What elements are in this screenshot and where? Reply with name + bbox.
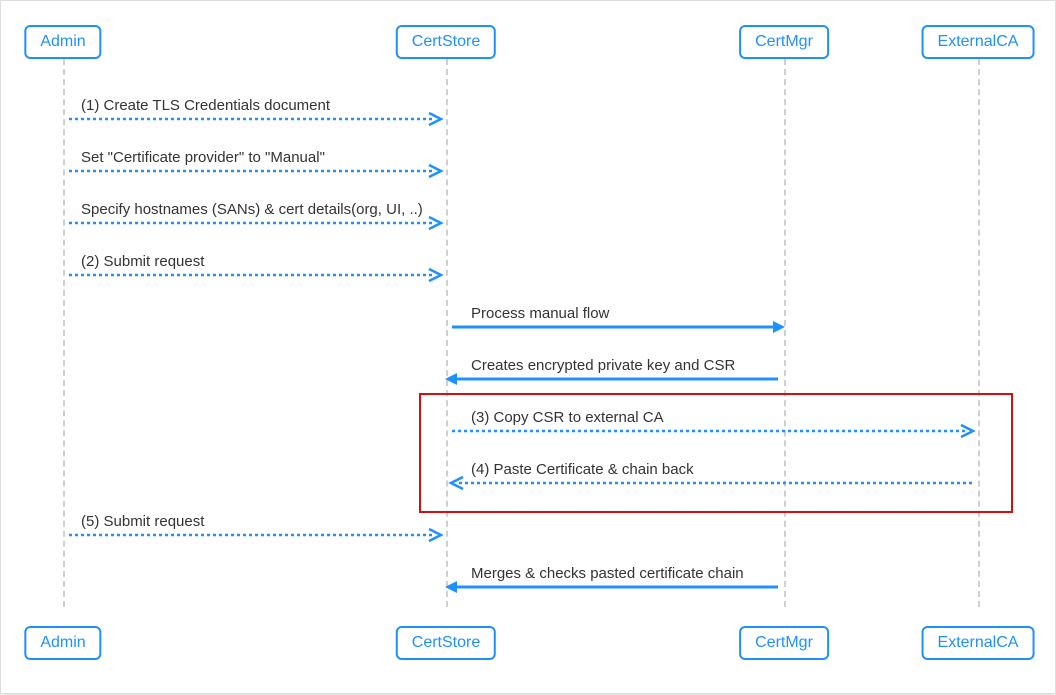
msg-label-m10: Merges & checks pasted certificate chain bbox=[471, 565, 744, 582]
actor-certstore-bottom: CertStore bbox=[396, 626, 496, 660]
actor-certmgr-top: CertMgr bbox=[739, 25, 829, 59]
actor-externalca-top: ExternalCA bbox=[922, 25, 1035, 59]
msg-label-m2: Set "Certificate provider" to "Manual" bbox=[81, 149, 325, 166]
msg-label-m9: (5) Submit request bbox=[81, 513, 204, 530]
sequence-diagram: Admin CertStore CertMgr ExternalCA Admin… bbox=[0, 0, 1056, 694]
msg-label-m1: (1) Create TLS Credentials document bbox=[81, 97, 330, 114]
lifeline-certmgr bbox=[784, 59, 786, 607]
msg-label-m7: (3) Copy CSR to external CA bbox=[471, 409, 664, 426]
actor-admin-bottom: Admin bbox=[24, 626, 101, 660]
msg-label-m6: Creates encrypted private key and CSR bbox=[471, 357, 735, 374]
msg-label-m3: Specify hostnames (SANs) & cert details(… bbox=[81, 201, 423, 218]
actor-admin-top: Admin bbox=[24, 25, 101, 59]
actor-certmgr-bottom: CertMgr bbox=[739, 626, 829, 660]
lifeline-certstore bbox=[446, 59, 448, 607]
msg-label-m5: Process manual flow bbox=[471, 305, 609, 322]
lifeline-admin bbox=[63, 59, 65, 607]
msg-label-m4: (2) Submit request bbox=[81, 253, 204, 270]
lifeline-externalca bbox=[978, 59, 980, 607]
actor-externalca-bottom: ExternalCA bbox=[922, 626, 1035, 660]
actor-certstore-top: CertStore bbox=[396, 25, 496, 59]
msg-label-m8: (4) Paste Certificate & chain back bbox=[471, 461, 694, 478]
